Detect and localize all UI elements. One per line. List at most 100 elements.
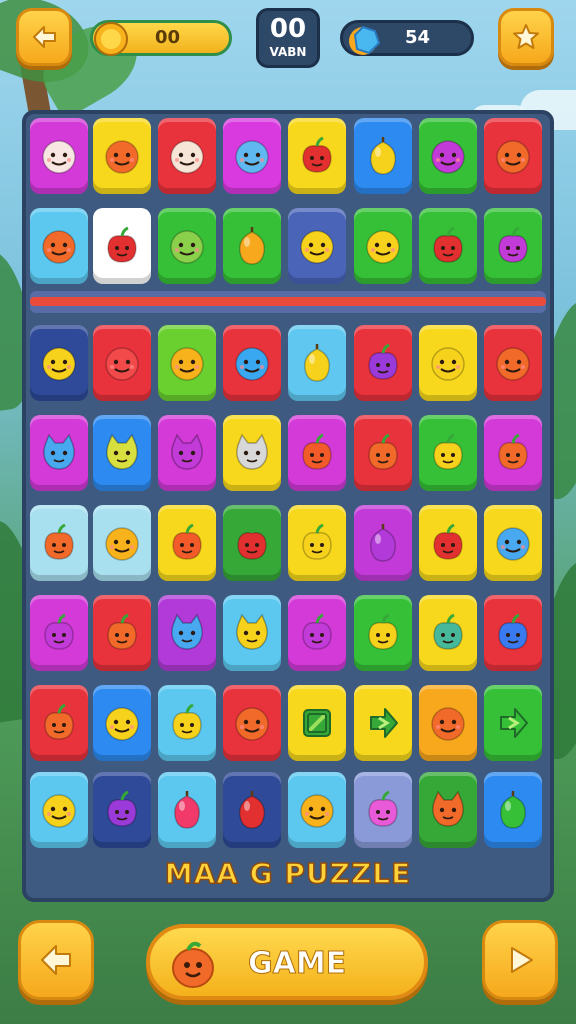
tile-face[interactable] xyxy=(484,325,542,401)
tile-arrow[interactable] xyxy=(484,685,542,761)
next-button[interactable] xyxy=(482,920,558,1000)
favorite-button[interactable] xyxy=(498,8,554,66)
tile-face[interactable] xyxy=(419,325,477,401)
tile-face[interactable] xyxy=(158,325,216,401)
tile-apple[interactable] xyxy=(419,595,477,671)
tile-cat[interactable] xyxy=(158,595,216,671)
tile-cat[interactable] xyxy=(158,415,216,491)
tile-apple[interactable] xyxy=(354,415,412,491)
apple-character-icon xyxy=(433,523,463,560)
face-character-icon xyxy=(300,230,334,264)
tile-face[interactable] xyxy=(30,208,88,284)
tile-face[interactable] xyxy=(93,685,151,761)
tile-apple[interactable] xyxy=(288,595,346,671)
tile-face[interactable] xyxy=(223,325,281,401)
tile-face[interactable] xyxy=(354,208,412,284)
apple-character-icon xyxy=(107,790,137,827)
tile-fruit[interactable] xyxy=(484,772,542,848)
arrow-left-icon xyxy=(41,945,71,975)
tile-apple[interactable] xyxy=(93,208,151,284)
tile-arrow[interactable] xyxy=(354,685,412,761)
tile-face[interactable] xyxy=(288,208,346,284)
face-character-icon xyxy=(235,140,269,174)
fruit-character-icon xyxy=(172,941,214,988)
tile-apple[interactable] xyxy=(288,505,346,581)
apple-character-icon xyxy=(433,433,463,470)
tile-apple[interactable] xyxy=(484,595,542,671)
gem-icon xyxy=(349,25,381,55)
tile-face[interactable] xyxy=(30,772,88,848)
fruit-character-icon xyxy=(239,227,265,265)
tile-face[interactable] xyxy=(484,118,542,194)
tile-apple[interactable] xyxy=(93,595,151,671)
tile-cat[interactable] xyxy=(419,772,477,848)
tile-cat[interactable] xyxy=(223,415,281,491)
tile-face[interactable] xyxy=(288,772,346,848)
tile-apple[interactable] xyxy=(354,772,412,848)
tile-apple[interactable] xyxy=(419,208,477,284)
tile-apple[interactable] xyxy=(484,208,542,284)
tile-face[interactable] xyxy=(30,325,88,401)
coin-icon xyxy=(94,22,128,56)
tile-cat[interactable] xyxy=(223,595,281,671)
tile-apple[interactable] xyxy=(484,415,542,491)
apple-character-icon xyxy=(172,523,202,560)
tile-apple[interactable] xyxy=(30,505,88,581)
tile-fruit[interactable] xyxy=(288,325,346,401)
tile-apple[interactable] xyxy=(158,505,216,581)
tile-apple[interactable] xyxy=(30,685,88,761)
tile-apple[interactable] xyxy=(288,118,346,194)
tile-apple[interactable] xyxy=(419,415,477,491)
tile-apple[interactable] xyxy=(419,505,477,581)
fruit-character-icon xyxy=(370,137,396,175)
apple-character-icon xyxy=(44,703,74,740)
face-character-icon xyxy=(496,140,530,174)
apple-character-icon xyxy=(368,790,398,827)
tile-face[interactable] xyxy=(223,685,281,761)
tile-cat[interactable] xyxy=(30,415,88,491)
cat-character-icon xyxy=(106,433,138,470)
face-character-icon xyxy=(42,347,76,381)
gem-counter: 54 xyxy=(340,20,474,56)
tile-face[interactable] xyxy=(93,505,151,581)
face-character-icon xyxy=(42,794,76,828)
tile-apple[interactable] xyxy=(93,772,151,848)
tile-face[interactable] xyxy=(30,118,88,194)
tile-apple[interactable] xyxy=(30,595,88,671)
tile-face[interactable] xyxy=(93,118,151,194)
game-button[interactable]: GAME xyxy=(146,924,428,1000)
tile-face[interactable] xyxy=(223,118,281,194)
tile-fruit[interactable] xyxy=(223,772,281,848)
tile-apple[interactable] xyxy=(354,595,412,671)
previous-button[interactable] xyxy=(18,920,94,1000)
tile-apple[interactable] xyxy=(354,325,412,401)
tile-cat[interactable] xyxy=(93,415,151,491)
tile-face[interactable] xyxy=(419,118,477,194)
tile-fruit[interactable] xyxy=(354,118,412,194)
apple-character-icon xyxy=(302,136,332,173)
tile-apple[interactable] xyxy=(223,505,281,581)
cat-character-icon xyxy=(43,433,75,470)
face-character-icon xyxy=(431,707,465,741)
face-character-icon xyxy=(42,230,76,264)
tile-box[interactable] xyxy=(288,685,346,761)
tile-fruit[interactable] xyxy=(223,208,281,284)
fruit-character-icon xyxy=(174,791,200,829)
apple-character-icon xyxy=(368,433,398,470)
tile-fruit[interactable] xyxy=(354,505,412,581)
cat-character-icon xyxy=(432,790,464,827)
apple-character-icon xyxy=(302,613,332,650)
tile-face[interactable] xyxy=(419,685,477,761)
tile-face[interactable] xyxy=(93,325,151,401)
tile-apple[interactable] xyxy=(288,415,346,491)
tile-fruit[interactable] xyxy=(158,772,216,848)
tile-apple[interactable] xyxy=(158,685,216,761)
face-character-icon xyxy=(170,140,204,174)
apple-character-icon xyxy=(498,226,528,263)
face-character-icon xyxy=(235,347,269,381)
tile-face[interactable] xyxy=(484,505,542,581)
tile-face[interactable] xyxy=(158,118,216,194)
face-character-icon xyxy=(170,347,204,381)
back-button[interactable] xyxy=(16,8,72,66)
tile-face[interactable] xyxy=(158,208,216,284)
